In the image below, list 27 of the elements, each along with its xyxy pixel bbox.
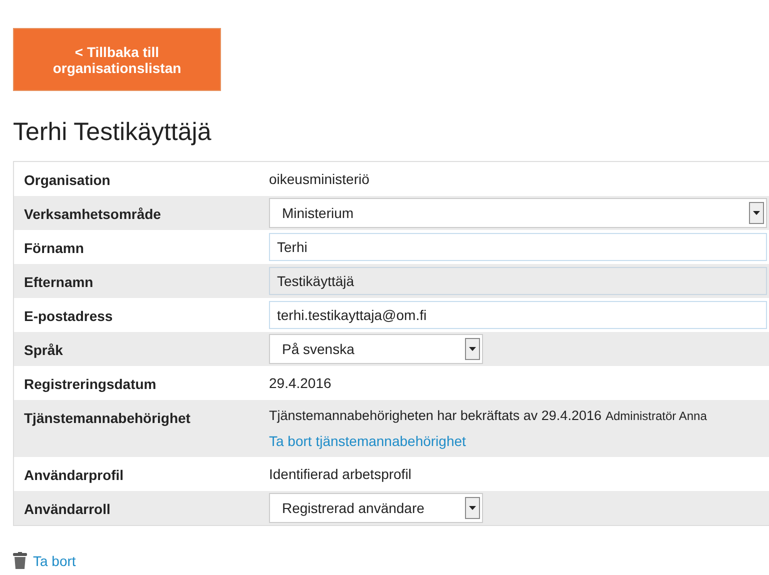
delete-link[interactable]: Ta bort [13, 552, 76, 569]
input-field[interactable]: Terhi [269, 233, 767, 261]
select-field[interactable]: Ministerium [269, 198, 767, 228]
status-text: Tjänstemannabehörigheten har bekräftats av 29.4.2016 [269, 408, 602, 423]
field-value: oikeusministeriö [269, 171, 370, 187]
field-value: Identifierad arbetsprofil [269, 466, 412, 482]
input-field: Testikäyttäjä [269, 267, 767, 295]
field-label: Verksamhetsområde [23, 205, 162, 222]
select-value: Ministerium [282, 205, 354, 221]
field-label: Språk [23, 341, 64, 358]
field-label: E-postadress [23, 307, 114, 324]
field-label: Förnamn [23, 239, 85, 256]
field-label: Registreringsdatum [23, 375, 158, 392]
select-value: Registrerad användare [282, 500, 424, 516]
field-label: Tjänstemannabehörighet [23, 409, 192, 426]
field-label: Användarprofil [23, 466, 125, 483]
field-label: Organisation [23, 171, 112, 188]
input-field[interactable]: terhi.testikayttaja@om.fi [269, 301, 767, 329]
select-field[interactable]: På svenska [269, 334, 483, 364]
field-label: Efternamn [23, 273, 94, 290]
field-label: Användarroll [23, 500, 112, 517]
select-field[interactable]: Registrerad användare [269, 493, 483, 523]
field-value: 29.4.2016 [269, 375, 332, 391]
page-title: Terhi Testikäyttäjä [13, 117, 212, 147]
select-value: På svenska [282, 341, 354, 357]
trash-icon [13, 552, 27, 569]
approver-name: Administratör Anna [605, 409, 707, 423]
